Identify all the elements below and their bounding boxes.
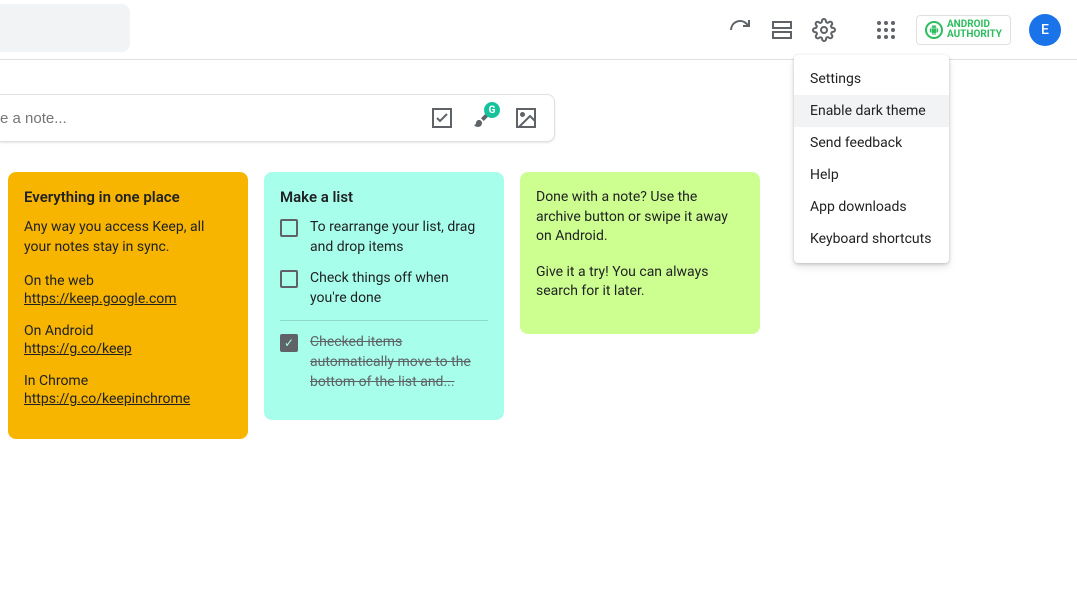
link-label: On Android (24, 323, 232, 339)
gear-icon[interactable] (812, 18, 836, 42)
dropdown-item-downloads[interactable]: App downloads (794, 191, 949, 223)
list-item[interactable]: Checked items automatically move to the … (280, 333, 488, 392)
brush-icon[interactable]: G (472, 106, 496, 130)
list-view-icon[interactable] (770, 18, 794, 42)
android-icon (925, 21, 943, 39)
notes-container: Everything in one place Any way you acce… (8, 172, 760, 439)
dropdown-item-settings[interactable]: Settings (794, 63, 949, 95)
note-title: Everything in one place (24, 188, 232, 206)
link-label: In Chrome (24, 373, 232, 389)
avatar[interactable]: E (1029, 14, 1061, 46)
list-item[interactable]: To rearrange your list, drag and drop it… (280, 218, 488, 257)
checkbox-icon[interactable] (430, 106, 454, 130)
search-bar-partial[interactable] (0, 4, 130, 52)
list-text: Check things off when you're done (310, 269, 488, 308)
link-label: On the web (24, 273, 232, 289)
compose-bar: G (0, 94, 555, 142)
note-title: Make a list (280, 188, 488, 206)
logo-text-line2: AUTHORITY (947, 30, 1002, 40)
dropdown-item-help[interactable]: Help (794, 159, 949, 191)
checkbox-unchecked-icon[interactable] (280, 270, 298, 288)
list-text: Checked items automatically move to the … (310, 333, 488, 392)
note-link[interactable]: https://g.co/keepinchrome (24, 391, 232, 407)
apps-grid-icon[interactable] (874, 18, 898, 42)
header: ANDROID AUTHORITY E (0, 0, 1077, 60)
note-card[interactable]: Done with a note? Use the archive button… (520, 172, 760, 334)
image-icon[interactable] (514, 106, 538, 130)
checkbox-checked-icon[interactable] (280, 334, 298, 352)
note-text: Done with a note? Use the archive button… (536, 188, 744, 247)
take-note-input[interactable] (0, 110, 430, 127)
refresh-icon[interactable] (728, 18, 752, 42)
note-link[interactable]: https://keep.google.com (24, 291, 232, 307)
checkbox-unchecked-icon[interactable] (280, 219, 298, 237)
grammarly-icon: G (484, 102, 500, 118)
note-link[interactable]: https://g.co/keep (24, 341, 232, 357)
note-text: Any way you access Keep, all your notes … (24, 218, 232, 257)
dropdown-item-dark-theme[interactable]: Enable dark theme (794, 95, 949, 127)
logo-text-line1: ANDROID (947, 20, 1002, 30)
dropdown-item-shortcuts[interactable]: Keyboard shortcuts (794, 223, 949, 255)
note-card[interactable]: Make a list To rearrange your list, drag… (264, 172, 504, 420)
dropdown-item-feedback[interactable]: Send feedback (794, 127, 949, 159)
list-text: To rearrange your list, drag and drop it… (310, 218, 488, 257)
note-text: Give it a try! You can always search for… (536, 263, 744, 302)
list-divider (280, 320, 488, 321)
list-item[interactable]: Check things off when you're done (280, 269, 488, 308)
android-authority-badge[interactable]: ANDROID AUTHORITY (916, 15, 1011, 45)
note-card[interactable]: Everything in one place Any way you acce… (8, 172, 248, 439)
settings-dropdown: Settings Enable dark theme Send feedback… (794, 55, 949, 263)
